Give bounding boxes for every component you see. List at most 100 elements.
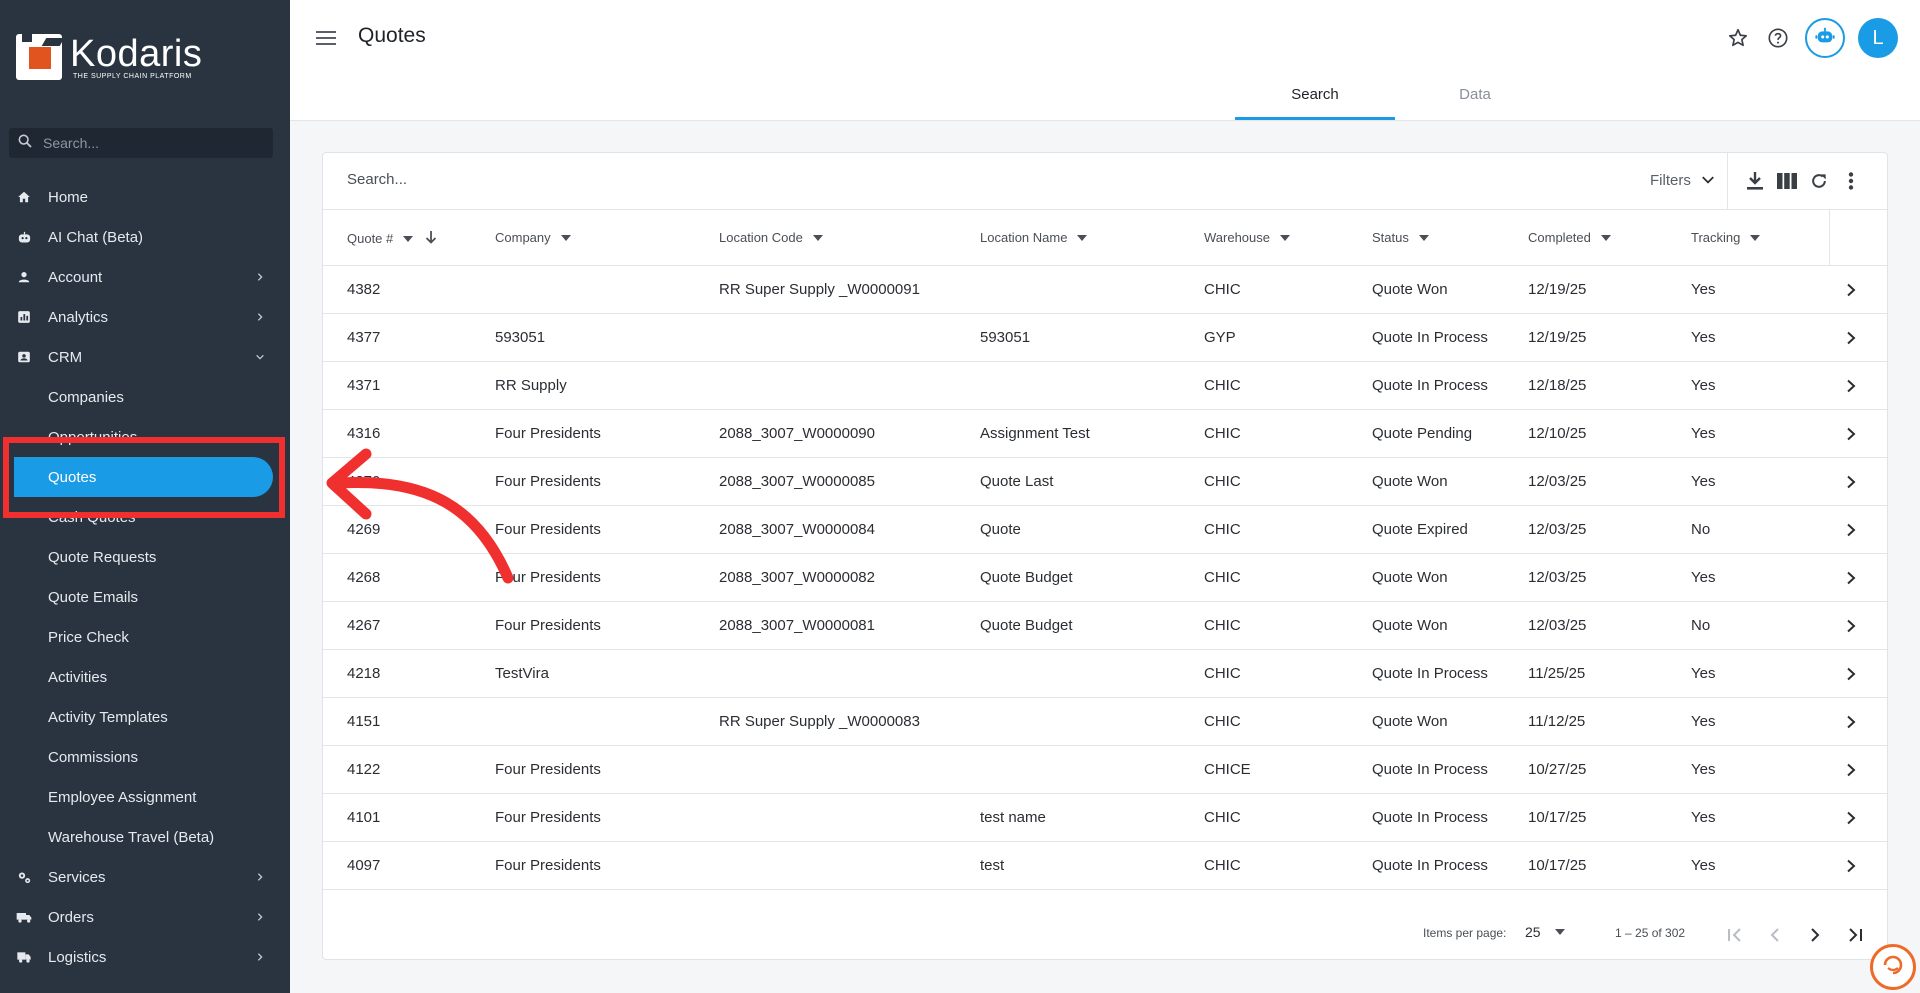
sidebar-subitem-opportunities[interactable]: Opportunities [0, 417, 290, 457]
ai-assistant-button[interactable] [1805, 18, 1845, 58]
cell-location-code: 2088_3007_W0000082 [719, 569, 875, 586]
cell-company: Four Presidents [495, 521, 601, 538]
chevron-right-icon[interactable] [1841, 760, 1861, 780]
items-per-page-select[interactable]: 25 [1525, 924, 1565, 940]
table-row[interactable]: 4122 Four Presidents CHICE Quote In Process… [323, 746, 1887, 794]
cell-warehouse: CHIC [1204, 617, 1241, 634]
sidebar-subitem-quote-emails[interactable]: Quote Emails [0, 577, 290, 617]
table-row[interactable]: 4267 Four Presidents 2088_3007_W0000081 Quo… [323, 602, 1887, 650]
column-header-location-name[interactable]: Location Name [980, 230, 1088, 245]
sidebar-subitem-quotes[interactable]: Quotes [14, 457, 273, 497]
chevron-right-icon[interactable] [1841, 568, 1861, 588]
sidebar-search-input[interactable] [43, 135, 253, 151]
first-page-icon[interactable] [1723, 923, 1747, 947]
chevron-right-icon[interactable] [1841, 280, 1861, 300]
last-page-icon[interactable] [1843, 923, 1867, 947]
chevron-right-icon[interactable] [1841, 808, 1861, 828]
cell-location-name: Quote Budget [980, 569, 1073, 586]
table-row[interactable]: 4097 Four Presidents test CHIC Quote In Proc… [323, 842, 1887, 890]
next-page-icon[interactable] [1803, 923, 1827, 947]
menu-icon[interactable] [314, 26, 338, 50]
chevron-right-icon [252, 909, 268, 925]
sidebar-item-ai-chat[interactable]: AI Chat (Beta) [0, 217, 290, 257]
user-avatar[interactable]: L [1858, 18, 1898, 58]
column-label: Quote # [347, 231, 394, 246]
sidebar-subitem-employee-assignment[interactable]: Employee Assignment [0, 777, 290, 817]
tab-search[interactable]: Search [1235, 78, 1395, 120]
column-label: Tracking [1691, 230, 1741, 245]
sidebar-item-orders[interactable]: Orders [0, 897, 290, 937]
sidebar-item-label: CRM [48, 348, 83, 366]
sort-caret-icon [560, 234, 571, 241]
column-label: Completed [1528, 230, 1591, 245]
sidebar-item-crm[interactable]: CRM [0, 337, 290, 377]
refresh-icon[interactable] [1808, 170, 1830, 192]
star-icon[interactable] [1725, 25, 1751, 51]
table-row[interactable]: 4151 RR Super Supply _W0000083 CHIC Quote W… [323, 698, 1887, 746]
filters-button[interactable]: Filters [1650, 172, 1725, 189]
column-header-location-code[interactable]: Location Code [719, 230, 823, 245]
sidebar-item-services[interactable]: Services [0, 857, 290, 897]
table-row[interactable]: 4218 TestVira CHIC Quote In Process 11/25/25… [323, 650, 1887, 698]
column-header-tracking[interactable]: Tracking [1691, 230, 1761, 245]
chevron-right-icon[interactable] [1841, 328, 1861, 348]
table-search-input[interactable] [347, 171, 1047, 188]
column-label: Location Name [980, 230, 1068, 245]
toolbar-divider [1727, 153, 1728, 210]
column-header-warehouse[interactable]: Warehouse [1204, 230, 1290, 245]
download-icon[interactable] [1744, 170, 1766, 192]
cell-completed: 12/10/25 [1528, 425, 1587, 442]
table-row[interactable]: 4316 Four Presidents 2088_3007_W0000090 Ass… [323, 410, 1887, 458]
chevron-right-icon[interactable] [1841, 616, 1861, 636]
table-row[interactable]: 4268 Four Presidents 2088_3007_W0000082 Quo… [323, 554, 1887, 602]
chevron-right-icon [252, 269, 268, 285]
cell-warehouse: CHIC [1204, 665, 1241, 682]
cell-location-name: 593051 [980, 329, 1031, 346]
column-header-company[interactable]: Company [495, 230, 571, 245]
sidebar-subitem-companies[interactable]: Companies [0, 377, 290, 417]
chevron-down-icon [252, 349, 268, 365]
chevron-right-icon[interactable] [1841, 856, 1861, 876]
help-icon[interactable] [1765, 25, 1791, 51]
cell-company: Four Presidents [495, 857, 601, 874]
logo-name: Kodaris [70, 32, 203, 75]
sidebar-item-account[interactable]: Account [0, 257, 290, 297]
sidebar-subitem-cash-quotes[interactable]: Cash Quotes [0, 497, 290, 537]
chevron-right-icon[interactable] [1841, 664, 1861, 684]
previous-page-icon[interactable] [1763, 923, 1787, 947]
column-label: Location Code [719, 230, 803, 245]
truck-icon [16, 909, 32, 925]
column-header-quote-number[interactable]: Quote # [347, 230, 437, 247]
table-row[interactable]: 4377 593051 593051 GYP Quote In Process 12/19… [323, 314, 1887, 362]
chevron-right-icon[interactable] [1841, 424, 1861, 444]
table-row[interactable]: 4101 Four Presidents test name CHIC Quote In… [323, 794, 1887, 842]
sidebar-subitem-warehouse-travel[interactable]: Warehouse Travel (Beta) [0, 817, 290, 857]
chevron-right-icon[interactable] [1841, 472, 1861, 492]
columns-icon[interactable] [1776, 170, 1798, 192]
sidebar-subitem-commissions[interactable]: Commissions [0, 737, 290, 777]
kodaris-logo[interactable]: Kodaris THE SUPPLY CHAIN PLATFORM [16, 32, 203, 80]
cell-completed: 12/18/25 [1528, 377, 1587, 394]
chevron-right-icon[interactable] [1841, 712, 1861, 732]
table-row[interactable]: 4371 RR Supply CHIC Quote In Process 12/18/2… [323, 362, 1887, 410]
sidebar-subitem-activities[interactable]: Activities [0, 657, 290, 697]
support-chat-button[interactable] [1870, 944, 1916, 990]
sidebar-subitem-price-check[interactable]: Price Check [0, 617, 290, 657]
sidebar-item-analytics[interactable]: Analytics [0, 297, 290, 337]
sidebar-subitem-activity-templates[interactable]: Activity Templates [0, 697, 290, 737]
sidebar-subitem-quote-requests[interactable]: Quote Requests [0, 537, 290, 577]
table-row[interactable]: 4269 Four Presidents 2088_3007_W0000084 Quo… [323, 506, 1887, 554]
cell-location-code: 2088_3007_W0000084 [719, 521, 875, 538]
column-header-status[interactable]: Status [1372, 230, 1429, 245]
contact-card-icon [16, 349, 32, 365]
tab-data[interactable]: Data [1395, 78, 1555, 120]
cell-quote-number: 4382 [347, 281, 381, 298]
sidebar-item-logistics[interactable]: Logistics [0, 937, 290, 977]
column-header-completed[interactable]: Completed [1528, 230, 1611, 245]
table-row[interactable]: 4382 RR Super Supply _W0000091 CHIC Quote W… [323, 266, 1887, 314]
chevron-right-icon[interactable] [1841, 376, 1861, 396]
sidebar-item-home[interactable]: Home [0, 177, 290, 217]
more-vert-icon[interactable] [1840, 170, 1862, 192]
chevron-right-icon[interactable] [1841, 520, 1861, 540]
table-row[interactable]: 4270 Four Presidents 2088_3007_W0000085 Quo… [323, 458, 1887, 506]
